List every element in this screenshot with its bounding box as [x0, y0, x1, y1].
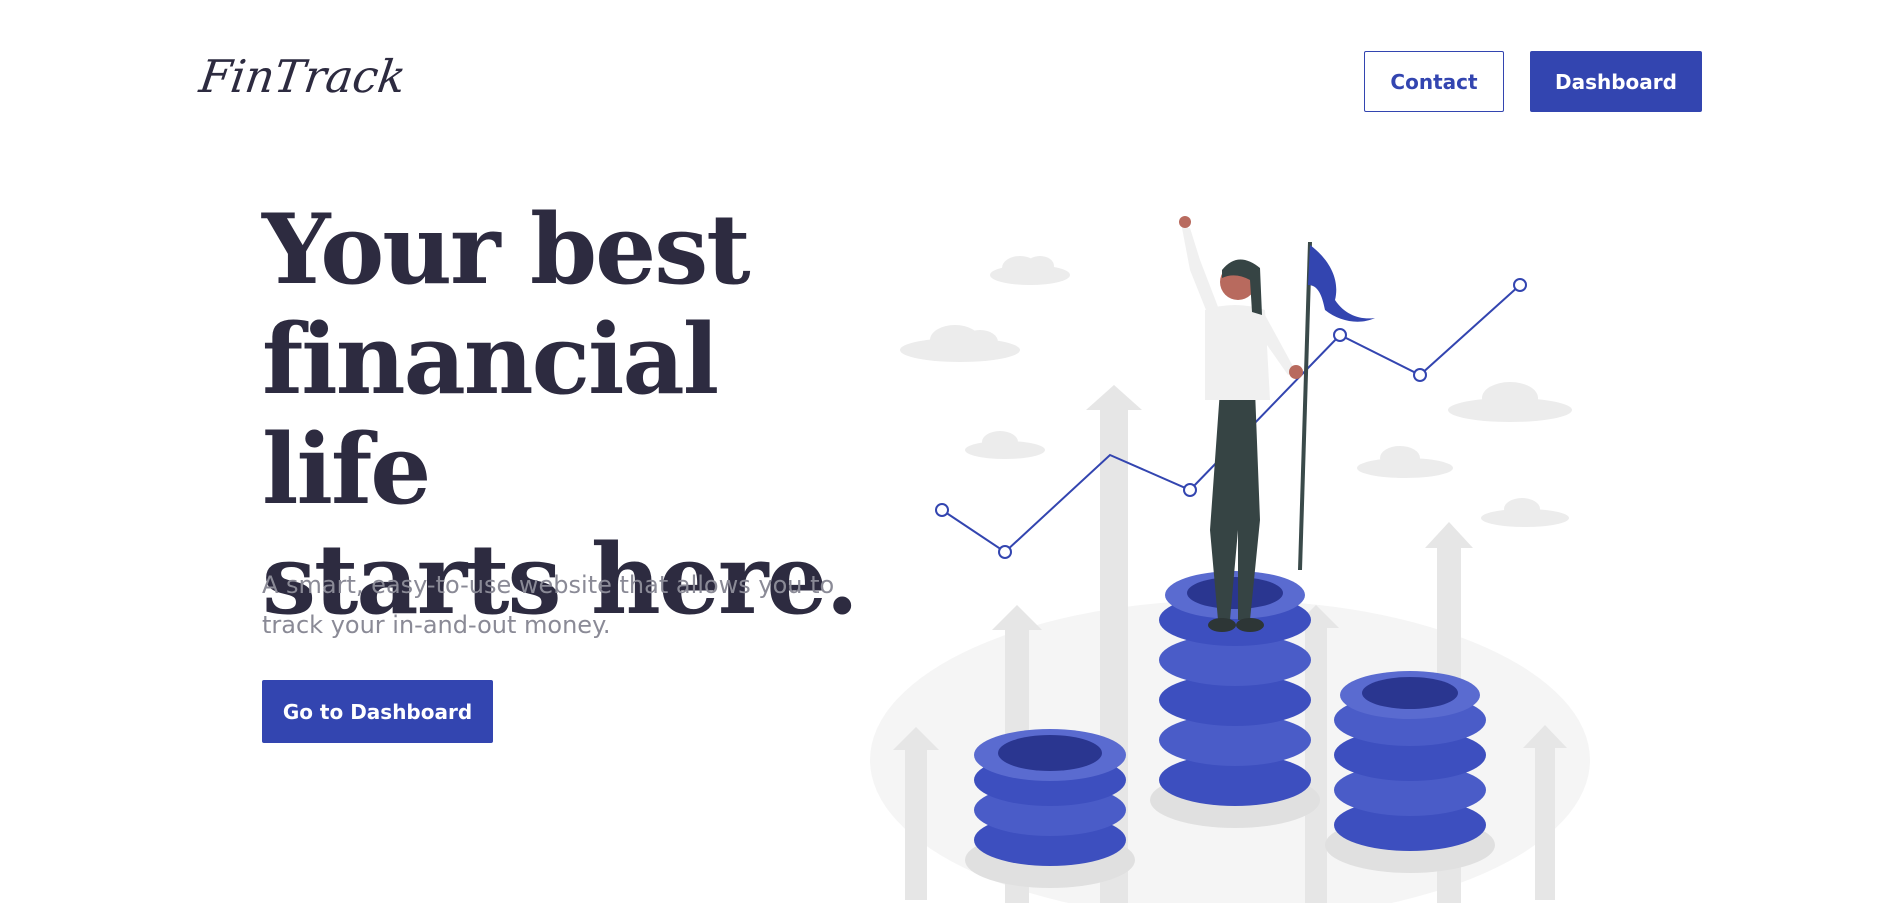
coin-stack-left [965, 729, 1135, 888]
hero-title-line-1: Your best [262, 193, 751, 306]
dashboard-button[interactable]: Dashboard [1530, 51, 1702, 112]
hero-illustration [870, 216, 1590, 903]
flag [1298, 241, 1375, 571]
coin-stack-center [1150, 571, 1320, 828]
go-to-dashboard-button[interactable]: Go to Dashboard [262, 680, 493, 743]
contact-button[interactable]: Contact [1364, 51, 1504, 112]
hero-title-line-2: financial life [262, 303, 719, 526]
woman-figure [1179, 216, 1303, 632]
logo[interactable]: FinTrack [196, 50, 409, 103]
hero-subtitle: A smart, easy-to-use website that allows… [262, 571, 835, 639]
